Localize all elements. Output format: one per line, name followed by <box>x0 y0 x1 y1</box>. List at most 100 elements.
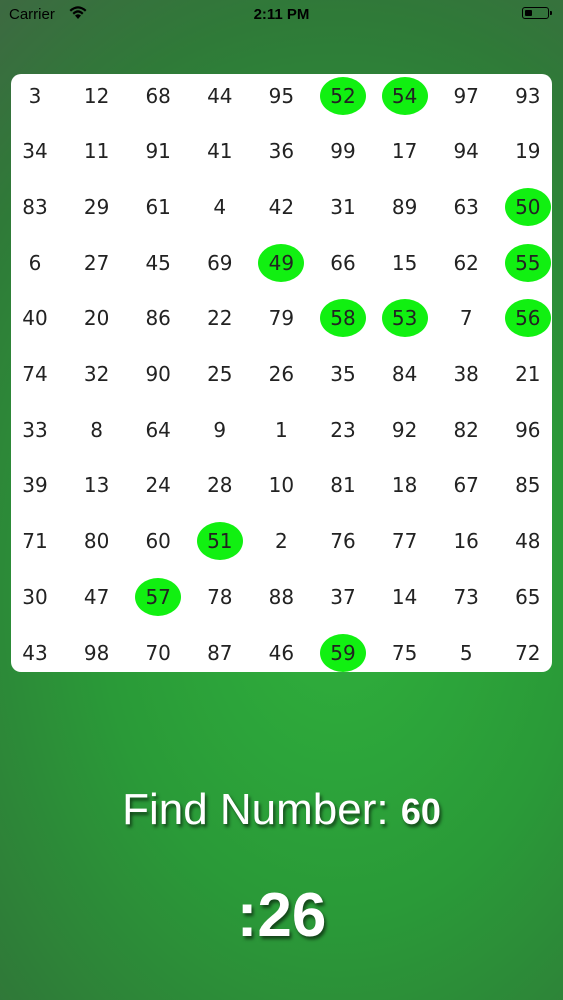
grid-number-cell[interactable]: 22 <box>197 299 243 337</box>
grid-number-cell[interactable]: 14 <box>382 578 428 616</box>
grid-number-cell[interactable]: 75 <box>382 634 428 672</box>
grid-number-cell[interactable]: 76 <box>320 522 366 560</box>
grid-number-cell[interactable]: 90 <box>135 355 181 393</box>
grid-number-cell[interactable]: 23 <box>320 411 366 449</box>
grid-number-cell[interactable]: 47 <box>74 578 120 616</box>
grid-number-cell[interactable]: 19 <box>505 132 551 170</box>
grid-number-cell[interactable]: 95 <box>258 77 304 115</box>
grid-number-cell[interactable]: 83 <box>12 188 58 226</box>
grid-number-cell[interactable]: 51 <box>196 522 243 561</box>
grid-number-cell[interactable]: 34 <box>12 132 58 170</box>
grid-number-cell[interactable]: 64 <box>135 411 181 449</box>
grid-number-cell[interactable]: 82 <box>443 411 489 449</box>
find-number-label: Find Number: <box>122 785 389 834</box>
grid-number-cell[interactable]: 33 <box>12 411 58 449</box>
grid-number-cell[interactable]: 59 <box>320 633 366 672</box>
grid-number-cell[interactable]: 60 <box>135 522 181 560</box>
grid-number-cell[interactable]: 20 <box>74 299 120 337</box>
grid-number-cell[interactable]: 48 <box>505 522 551 560</box>
grid-number-cell[interactable]: 56 <box>504 299 551 338</box>
grid-number-cell[interactable]: 17 <box>382 132 428 170</box>
grid-number-cell[interactable]: 25 <box>197 355 243 393</box>
grid-number-cell[interactable]: 7 <box>443 299 489 337</box>
grid-number-cell[interactable]: 30 <box>12 578 58 616</box>
grid-number-cell[interactable]: 1 <box>258 411 304 449</box>
grid-number-cell[interactable]: 62 <box>443 244 489 282</box>
grid-number-cell[interactable]: 46 <box>258 634 304 672</box>
grid-number-cell[interactable]: 79 <box>258 299 304 337</box>
grid-number-cell[interactable]: 16 <box>443 522 489 560</box>
grid-number-cell[interactable]: 9 <box>197 411 243 449</box>
grid-number-cell[interactable]: 38 <box>443 355 489 393</box>
grid-number-cell[interactable]: 65 <box>505 578 551 616</box>
grid-number-cell[interactable]: 69 <box>197 244 243 282</box>
grid-number-cell[interactable]: 39 <box>12 466 58 504</box>
grid-number-cell[interactable]: 99 <box>320 132 366 170</box>
grid-number-cell[interactable]: 70 <box>135 634 181 672</box>
grid-number-cell[interactable]: 81 <box>320 466 366 504</box>
grid-number-cell[interactable]: 86 <box>135 299 181 337</box>
grid-number-cell[interactable]: 61 <box>135 188 181 226</box>
grid-number-cell[interactable]: 27 <box>74 244 120 282</box>
grid-number-cell[interactable]: 72 <box>505 634 551 672</box>
grid-number-cell[interactable]: 21 <box>505 355 551 393</box>
grid-number-cell[interactable]: 5 <box>443 634 489 672</box>
grid-number-cell[interactable]: 31 <box>320 188 366 226</box>
grid-number-cell[interactable]: 63 <box>443 188 489 226</box>
grid-number-cell[interactable]: 73 <box>443 578 489 616</box>
grid-number-cell[interactable]: 84 <box>382 355 428 393</box>
grid-number-cell[interactable]: 74 <box>12 355 58 393</box>
grid-number-cell[interactable]: 26 <box>258 355 304 393</box>
grid-number-cell[interactable]: 89 <box>382 188 428 226</box>
grid-number-cell[interactable]: 96 <box>505 411 551 449</box>
grid-number-cell[interactable]: 8 <box>74 411 120 449</box>
grid-number-cell[interactable]: 42 <box>258 188 304 226</box>
grid-number-cell[interactable]: 77 <box>382 522 428 560</box>
grid-number-cell[interactable]: 44 <box>197 77 243 115</box>
grid-number-cell[interactable]: 50 <box>504 187 551 226</box>
grid-number-cell[interactable]: 97 <box>443 77 489 115</box>
grid-number-cell[interactable]: 32 <box>74 355 120 393</box>
grid-number-cell[interactable]: 28 <box>197 466 243 504</box>
grid-number-cell[interactable]: 67 <box>443 466 489 504</box>
grid-number-cell[interactable]: 15 <box>382 244 428 282</box>
grid-number-cell[interactable]: 2 <box>258 522 304 560</box>
grid-number-cell[interactable]: 66 <box>320 244 366 282</box>
grid-number-cell[interactable]: 35 <box>320 355 366 393</box>
grid-number-cell[interactable]: 18 <box>382 466 428 504</box>
grid-number-cell[interactable]: 41 <box>197 132 243 170</box>
grid-number-cell[interactable]: 85 <box>505 466 551 504</box>
grid-number-cell[interactable]: 40 <box>12 299 58 337</box>
grid-number-cell[interactable]: 94 <box>443 132 489 170</box>
grid-number-cell[interactable]: 36 <box>258 132 304 170</box>
grid-number-cell[interactable]: 58 <box>320 299 366 338</box>
grid-number-cell[interactable]: 29 <box>74 188 120 226</box>
grid-number-cell[interactable]: 57 <box>135 577 182 616</box>
grid-number-cell[interactable]: 80 <box>74 522 120 560</box>
grid-number-cell[interactable]: 49 <box>258 243 305 282</box>
grid-number-cell[interactable]: 52 <box>320 76 366 115</box>
grid-number-cell[interactable]: 78 <box>197 578 243 616</box>
grid-number-cell[interactable]: 13 <box>74 466 120 504</box>
grid-number-cell[interactable]: 88 <box>258 578 304 616</box>
grid-number-cell[interactable]: 24 <box>135 466 181 504</box>
grid-number-cell[interactable]: 12 <box>74 77 120 115</box>
grid-number-cell[interactable]: 43 <box>12 634 58 672</box>
grid-number-cell[interactable]: 93 <box>505 77 551 115</box>
grid-number-cell[interactable]: 10 <box>258 466 304 504</box>
grid-number-cell[interactable]: 68 <box>135 77 181 115</box>
grid-number-cell[interactable]: 6 <box>12 244 58 282</box>
grid-number-cell[interactable]: 37 <box>320 578 366 616</box>
grid-number-cell[interactable]: 3 <box>12 77 58 115</box>
grid-number-cell[interactable]: 91 <box>135 132 181 170</box>
grid-number-cell[interactable]: 11 <box>74 132 120 170</box>
grid-number-cell[interactable]: 87 <box>197 634 243 672</box>
grid-number-cell[interactable]: 54 <box>381 76 428 115</box>
grid-number-cell[interactable]: 98 <box>74 634 120 672</box>
grid-number-cell[interactable]: 53 <box>381 299 428 338</box>
grid-number-cell[interactable]: 92 <box>382 411 428 449</box>
grid-number-cell[interactable]: 4 <box>197 188 243 226</box>
grid-number-cell[interactable]: 55 <box>504 243 551 282</box>
grid-number-cell[interactable]: 71 <box>12 522 58 560</box>
grid-number-cell[interactable]: 45 <box>135 244 181 282</box>
